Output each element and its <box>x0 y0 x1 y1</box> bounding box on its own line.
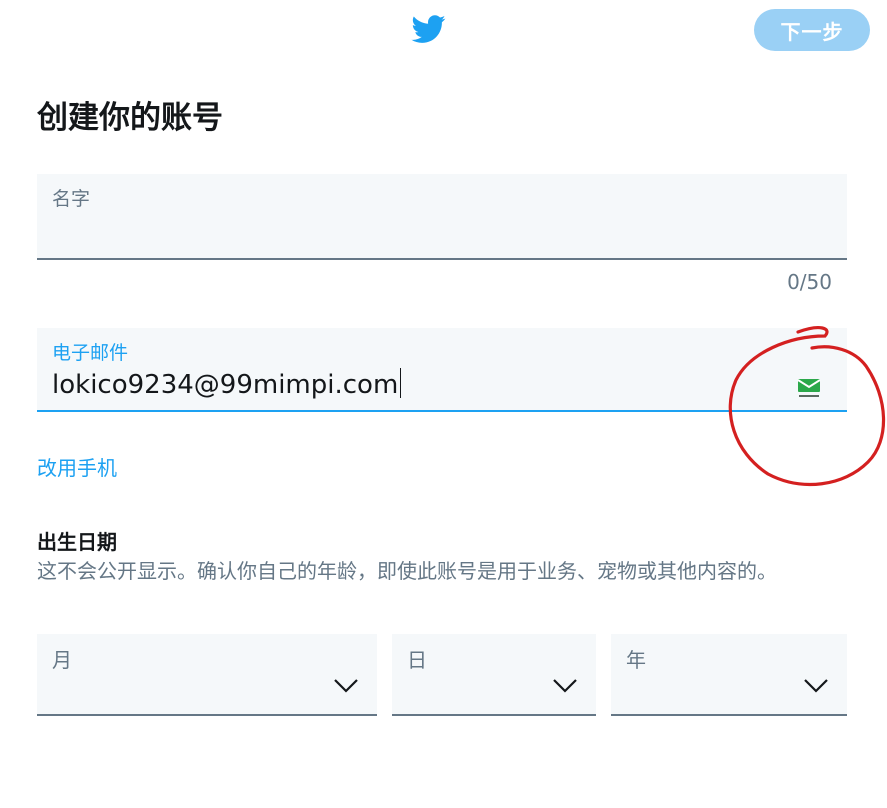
day-select[interactable]: 日 <box>392 634 596 716</box>
email-value[interactable]: lokico9234@99mimpi.com <box>52 368 402 400</box>
temp-mail-icon[interactable] <box>796 376 822 400</box>
use-phone-link[interactable]: 改用手机 <box>37 452 117 481</box>
page-title: 创建你的账号 <box>37 100 223 136</box>
name-field[interactable]: 名字 <box>37 174 847 260</box>
chevron-down-icon <box>553 679 577 693</box>
email-field[interactable]: 电子邮件 lokico9234@99mimpi.com <box>37 328 847 412</box>
month-label: 月 <box>52 648 72 672</box>
email-field-label: 电子邮件 <box>52 342 129 364</box>
text-caret <box>400 368 402 398</box>
name-char-counter: 0/50 <box>787 270 832 294</box>
year-label: 年 <box>626 648 646 672</box>
chevron-down-icon <box>804 679 828 693</box>
month-select[interactable]: 月 <box>37 634 377 716</box>
twitter-bird-icon <box>411 15 446 43</box>
year-select[interactable]: 年 <box>611 634 847 716</box>
dob-description: 这不会公开显示。确认你自己的年龄，即使此账号是用于业务、宠物或其他内容的。 <box>37 559 777 583</box>
day-label: 日 <box>407 648 427 672</box>
dob-title: 出生日期 <box>37 530 117 554</box>
name-field-label: 名字 <box>52 188 91 210</box>
chevron-down-icon <box>334 679 358 693</box>
next-button[interactable]: 下一步 <box>754 9 870 51</box>
